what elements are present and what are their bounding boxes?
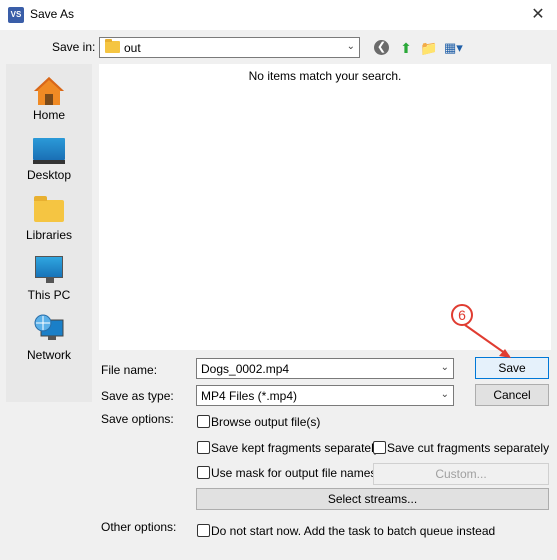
window-title: Save As [30,7,75,21]
place-label: Network [26,348,71,362]
place-label: Home [32,108,65,122]
libraries-icon [34,196,64,222]
back-icon[interactable]: ❮ [374,40,389,55]
save-as-type-label: Save as type: [101,389,174,403]
title-bar: VS Save As ✕ [0,0,557,30]
this-pc-icon [35,256,63,283]
save-in-value: out [124,41,141,55]
custom-button[interactable]: Custom... [373,463,549,485]
place-home[interactable]: Home [6,68,92,128]
browse-output-checkbox[interactable] [197,415,210,428]
browse-output-label: Browse output file(s) [211,415,321,429]
place-libraries[interactable]: Libraries [6,188,92,248]
file-name-value: Dogs_0002.mp4 [201,362,290,376]
save-options-label: Save options: [101,412,174,426]
batch-queue-checkbox[interactable] [197,524,210,537]
app-icon: VS [8,7,24,23]
chevron-down-icon: ⌄ [346,41,355,52]
file-name-input[interactable]: Dogs_0002.mp4 ⌄ [196,358,454,379]
places-bar: Home Desktop Libraries This PC Network [6,64,92,402]
save-in-label: Save in: [52,40,96,54]
save-as-type-value: MP4 Files (*.mp4) [201,389,298,403]
up-folder-icon[interactable]: ⬆ [397,39,415,57]
folder-icon [105,39,120,53]
file-name-label: File name: [101,363,158,377]
use-mask-checkbox[interactable] [197,466,210,479]
other-options-label: Other options: [101,520,177,534]
home-icon [34,77,64,105]
empty-message: No items match your search. [248,69,402,83]
save-kept-label: Save kept fragments separately [211,441,380,455]
save-in-combo[interactable]: out ⌄ [99,37,360,58]
save-cut-label: Save cut fragments separately [387,441,550,455]
place-this-pc[interactable]: This PC [6,248,92,308]
annotation-arrow [464,324,511,358]
network-icon [34,314,64,340]
place-network[interactable]: Network [6,308,92,368]
place-label: Libraries [25,228,73,242]
cancel-button[interactable]: Cancel [475,384,549,406]
use-mask-label: Use mask for output file names [211,466,377,480]
view-menu-icon[interactable]: ▦▾ [444,39,463,57]
save-as-type-select[interactable]: MP4 Files (*.mp4) ⌄ [196,385,454,406]
chevron-down-icon: ⌄ [440,389,449,400]
chevron-down-icon[interactable]: ⌄ [441,362,449,373]
save-kept-checkbox[interactable] [197,441,210,454]
close-button[interactable]: ✕ [527,4,549,26]
batch-queue-label: Do not start now. Add the task to batch … [211,524,496,538]
file-list[interactable]: No items match your search. [99,64,551,350]
place-label: This PC [27,288,71,302]
select-streams-button[interactable]: Select streams... [196,488,549,510]
place-desktop[interactable]: Desktop [6,128,92,188]
desktop-icon [33,138,65,164]
save-cut-checkbox[interactable] [373,441,386,454]
new-folder-icon[interactable]: 📁 [420,39,438,57]
place-label: Desktop [26,168,72,182]
